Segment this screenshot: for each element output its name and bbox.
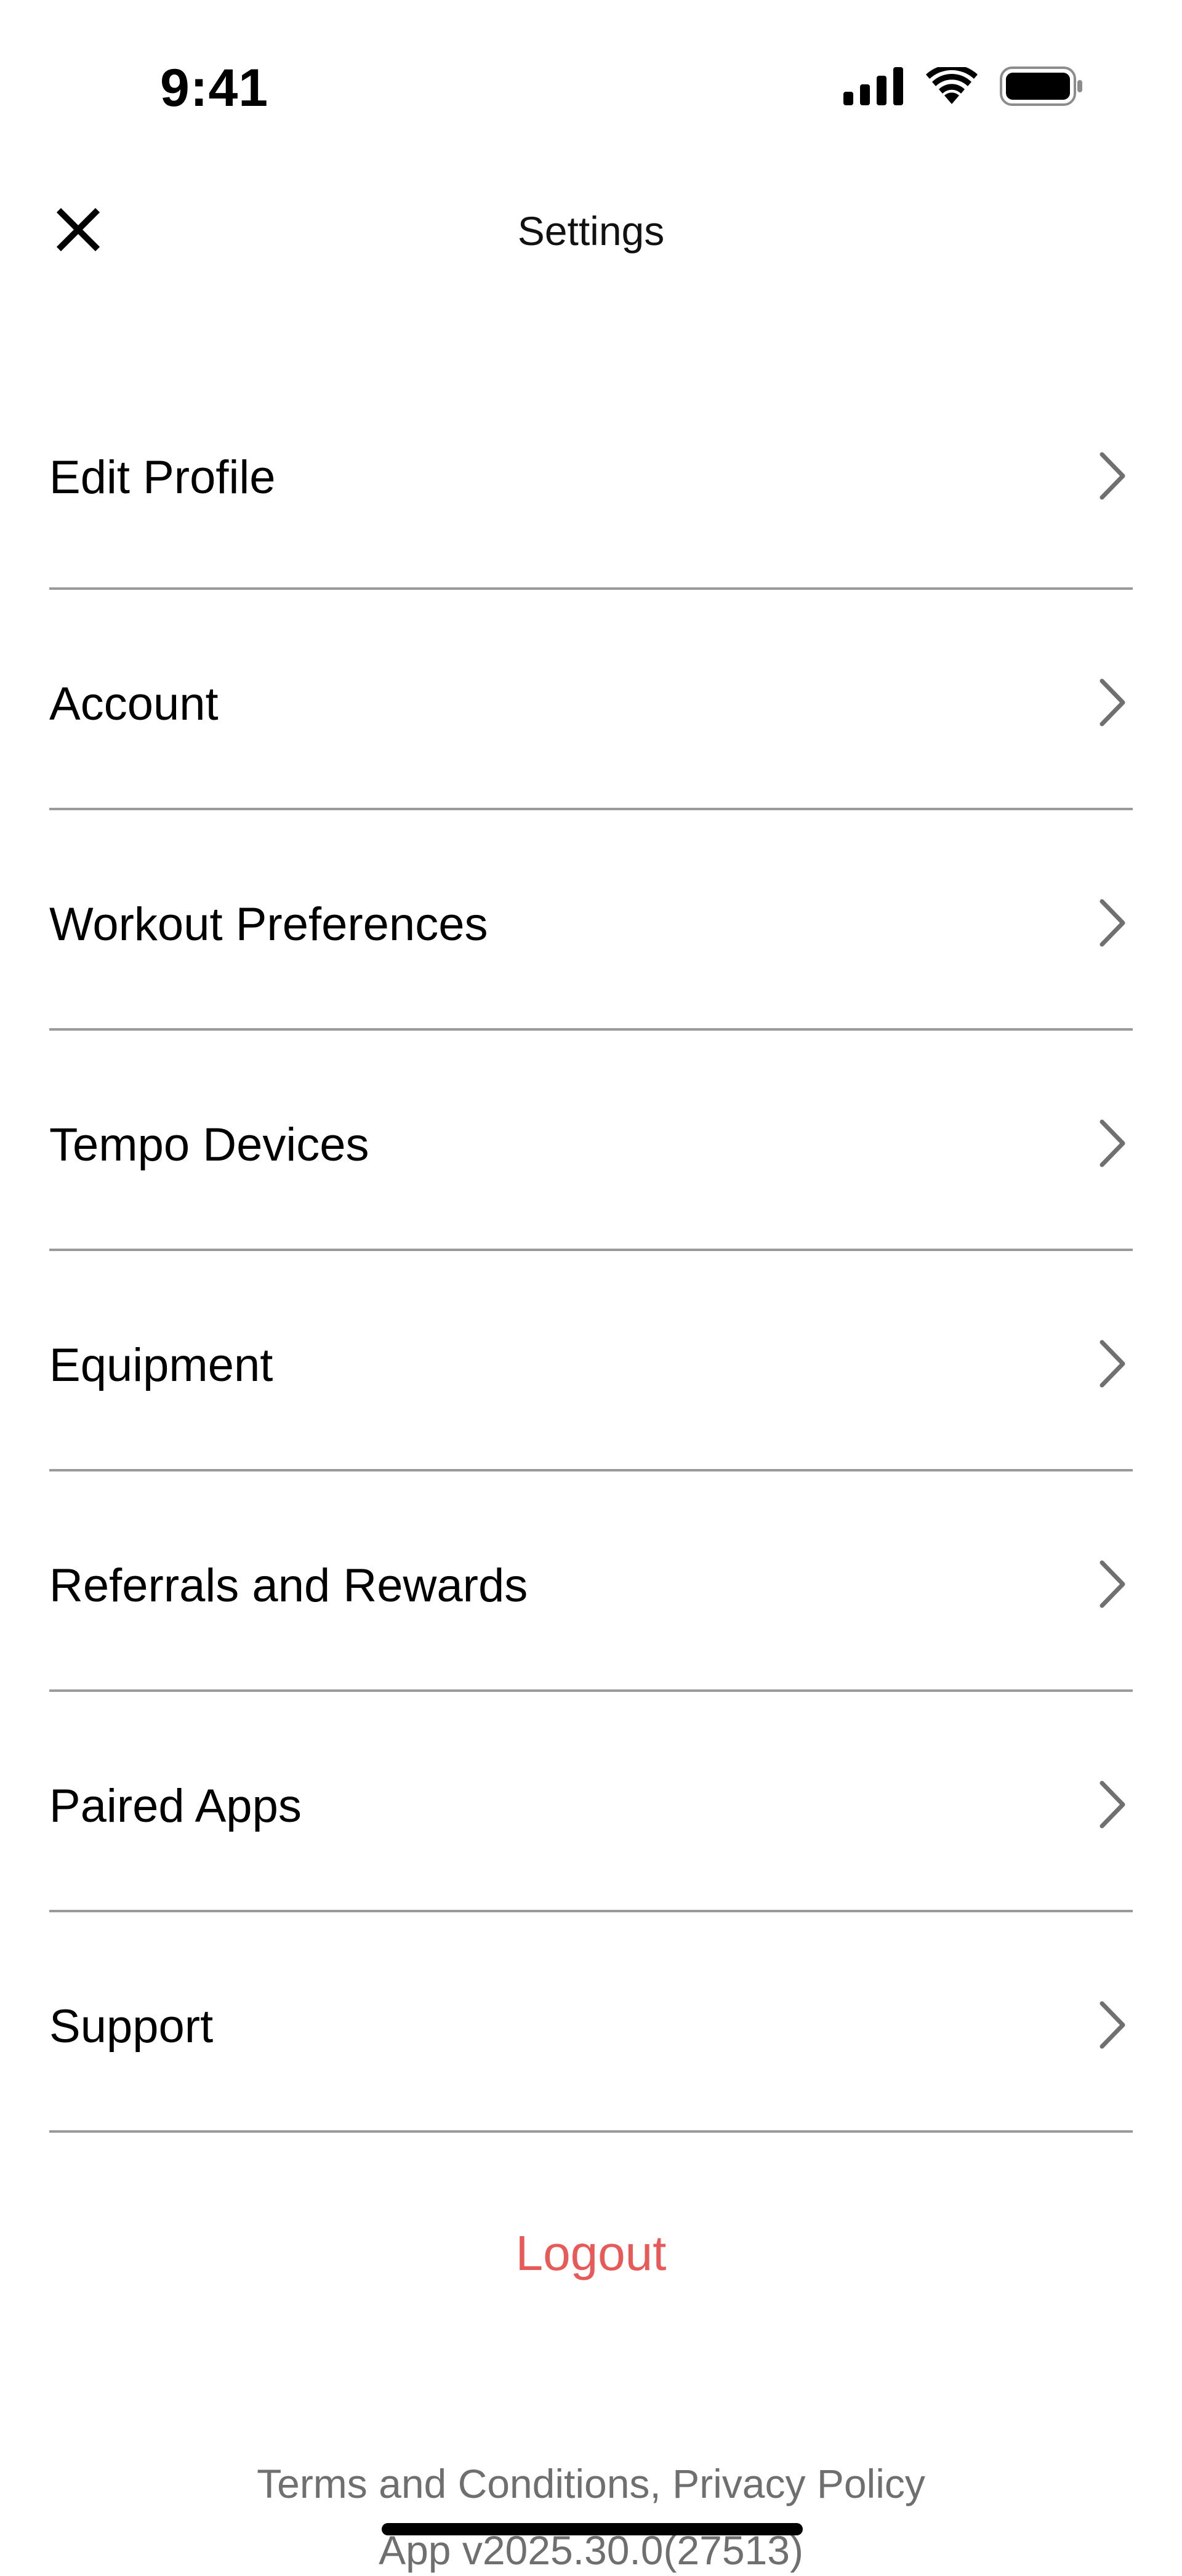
footer-separator: , [649, 2461, 673, 2506]
settings-list: Edit Profile Account Workout Preferences… [49, 369, 1133, 2133]
chevron-right-icon [1093, 1556, 1130, 1612]
chevron-right-icon [1093, 1336, 1130, 1391]
chevron-right-icon [1093, 1997, 1130, 2053]
status-time: 9:41 [160, 58, 269, 118]
settings-item-label: Tempo Devices [49, 1119, 369, 1171]
settings-item-label: Support [49, 2000, 214, 2053]
chevron-right-icon [1093, 1116, 1130, 1171]
terms-and-conditions-link[interactable]: Terms and Conditions [257, 2461, 649, 2506]
logout-button[interactable]: Logout [0, 2223, 1182, 2284]
settings-item-referrals-and-rewards[interactable]: Referrals and Rewards [49, 1471, 1133, 1692]
settings-item-equipment[interactable]: Equipment [49, 1251, 1133, 1471]
settings-item-paired-apps[interactable]: Paired Apps [49, 1692, 1133, 1912]
settings-item-support[interactable]: Support [49, 1912, 1133, 2133]
footer-links: Terms and Conditions, Privacy Policy [0, 2458, 1182, 2510]
settings-item-account[interactable]: Account [49, 590, 1133, 810]
status-icons [843, 63, 1084, 112]
settings-item-label: Edit Profile [49, 451, 276, 504]
settings-item-label: Paired Apps [49, 1780, 302, 1832]
battery-icon [1000, 66, 1084, 109]
settings-item-workout-preferences[interactable]: Workout Preferences [49, 810, 1133, 1031]
home-indicator [382, 2523, 803, 2535]
header: Settings [0, 179, 1182, 283]
settings-item-label: Equipment [49, 1339, 273, 1391]
settings-item-tempo-devices[interactable]: Tempo Devices [49, 1031, 1133, 1251]
settings-item-label: Account [49, 678, 219, 730]
chevron-right-icon [1093, 1777, 1130, 1832]
chevron-right-icon [1093, 675, 1130, 730]
chevron-right-icon [1093, 895, 1130, 951]
settings-item-edit-profile[interactable]: Edit Profile [49, 369, 1133, 590]
chevron-right-icon [1093, 448, 1130, 504]
settings-item-label: Referrals and Rewards [49, 1560, 528, 1612]
wifi-icon [926, 64, 978, 108]
status-bar: 9:41 [0, 0, 1182, 160]
cellular-signal-icon [843, 66, 904, 108]
privacy-policy-link[interactable]: Privacy Policy [672, 2461, 925, 2506]
settings-item-label: Workout Preferences [49, 898, 488, 951]
page-title: Settings [517, 208, 665, 254]
